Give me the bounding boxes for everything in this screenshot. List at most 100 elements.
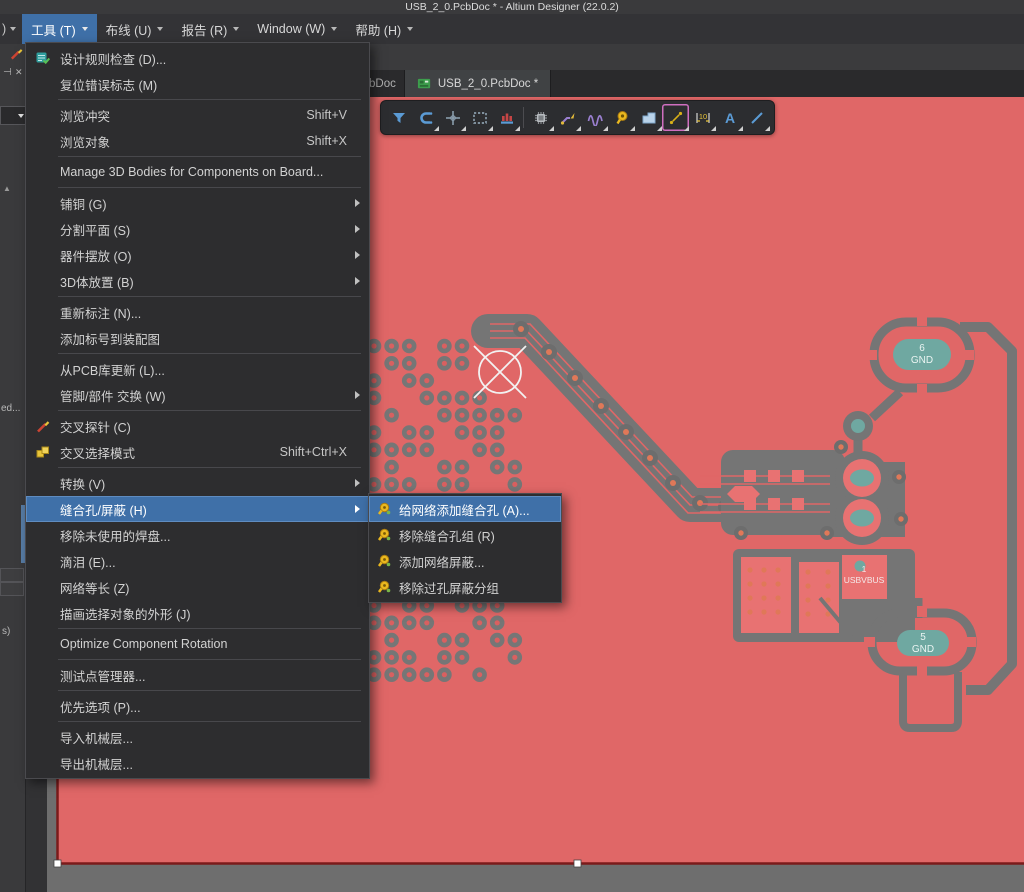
component-tool-button[interactable] <box>527 104 554 131</box>
svg-text:A: A <box>724 110 734 126</box>
menu-item[interactable]: 添加网络屏蔽... <box>369 548 561 574</box>
pad-designator: 6 <box>919 343 925 354</box>
dimension-tool-button[interactable]: 10 <box>689 104 716 131</box>
via-stitch-icon <box>369 527 399 543</box>
polygon-tool-button[interactable] <box>635 104 662 131</box>
menu-item[interactable]: 导出机械层... <box>26 750 369 776</box>
menubar-item-1[interactable]: 布线 (U) <box>97 14 173 44</box>
text-tool-button[interactable]: A <box>716 104 743 131</box>
menu-item[interactable]: 移除缝合孔组 (R) <box>369 522 561 548</box>
menu-item[interactable]: 重新标注 (N)... <box>26 299 369 325</box>
cross-probe-toolbar-icon[interactable] <box>9 46 24 61</box>
menu-item[interactable]: 设计规则检查 (D)... <box>26 45 369 71</box>
panel-collapse-icon[interactable]: ▲ <box>3 184 11 193</box>
panel-pin-icon[interactable]: ⊣ <box>3 67 12 78</box>
menu-separator <box>58 99 361 100</box>
cross-probe-icon <box>26 418 60 434</box>
menu-item[interactable]: 添加标号到装配图 <box>26 325 369 351</box>
active-toolbar: 10 A <box>380 100 775 135</box>
menu-item[interactable]: Optimize Component Rotation <box>26 631 369 657</box>
menu-item-label: 测试点管理器... <box>60 666 369 685</box>
menu-item-label: 转换 (V) <box>60 474 369 493</box>
menubar-item-partial[interactable]: ) <box>0 14 22 44</box>
menubar-item-4[interactable]: 帮助 (H) <box>346 14 422 44</box>
via-stitch-icon <box>369 553 399 569</box>
menu-item-label: 3D体放置 (B) <box>60 272 369 291</box>
menu-item-label: 滴泪 (E)... <box>60 552 369 571</box>
menu-item[interactable]: 优先选项 (P)... <box>26 693 369 719</box>
meander-tool-button[interactable] <box>581 104 608 131</box>
board-insight-tool-button[interactable] <box>493 104 520 131</box>
menu-item[interactable]: 交叉选择模式Shift+Ctrl+X <box>26 439 369 465</box>
menubar-item-0[interactable]: 工具 (T) <box>22 14 96 44</box>
menu-item[interactable]: 滴泪 (E)... <box>26 548 369 574</box>
menu-item[interactable]: Manage 3D Bodies for Components on Board… <box>26 159 369 185</box>
menu-separator <box>58 659 361 660</box>
filter-tool-button[interactable] <box>385 104 412 131</box>
board-edge-handle[interactable] <box>54 860 61 867</box>
menu-separator <box>58 467 361 468</box>
menubar-item-3[interactable]: Window (W) <box>248 14 346 44</box>
submenu-arrow-icon <box>355 277 360 285</box>
menu-separator <box>58 353 361 354</box>
menubar-items: 工具 (T)布线 (U)报告 (R)Window (W)帮助 (H) <box>22 14 422 44</box>
menu-item-label: 移除过孔屏蔽分组 <box>399 578 561 597</box>
drc-icon <box>26 50 60 66</box>
tab-usb-2-0-pcbdoc[interactable]: USB_2_0.PcbDoc * <box>404 70 551 97</box>
select-area-tool-button[interactable] <box>466 104 493 131</box>
left-panel-strip: ⊣ ✕ ▲ ed... s) <box>0 44 26 892</box>
panel-button-fragment[interactable] <box>0 568 24 582</box>
chevron-down-icon <box>331 27 337 31</box>
menu-item-label: 导出机械层... <box>60 754 369 773</box>
menu-item[interactable]: 交叉探针 (C) <box>26 413 369 439</box>
menu-item-label: 交叉选择模式 <box>60 443 280 462</box>
menu-item[interactable]: 移除过孔屏蔽分组 <box>369 574 561 600</box>
dropdown-corner-icon[interactable] <box>515 126 520 131</box>
menu-item[interactable]: 缝合孔/屏蔽 (H) <box>26 496 369 522</box>
menu-item[interactable]: 测试点管理器... <box>26 662 369 688</box>
menu-item-label: 描画选择对象的外形 (J) <box>60 604 369 623</box>
magnet-tool-button[interactable] <box>412 104 439 131</box>
menu-item-label: 添加网络屏蔽... <box>399 552 561 571</box>
line-tool-button[interactable] <box>743 104 770 131</box>
menu-item[interactable]: 网络等长 (Z) <box>26 574 369 600</box>
panel-button-fragment[interactable] <box>0 582 24 596</box>
menu-item[interactable]: 复位错误标志 (M) <box>26 71 369 97</box>
crosshair-tool-button[interactable] <box>439 104 466 131</box>
menu-item[interactable]: 导入机械层... <box>26 724 369 750</box>
menu-item-label: 从PCB库更新 (L)... <box>60 360 369 379</box>
menubar-item-2[interactable]: 报告 (R) <box>172 14 248 44</box>
menu-item[interactable]: 浏览冲突Shift+V <box>26 102 369 128</box>
menu-item-label: 网络等长 (Z) <box>60 578 369 597</box>
measure-tool-button[interactable] <box>662 104 689 131</box>
panel-text-fragment: s) <box>2 626 10 637</box>
menu-item[interactable]: 转换 (V) <box>26 470 369 496</box>
menu-item[interactable]: 从PCB库更新 (L)... <box>26 356 369 382</box>
menu-separator <box>58 156 361 157</box>
menu-item[interactable]: 器件摆放 (O) <box>26 242 369 268</box>
pad-designator: 5 <box>920 632 926 643</box>
menu-item[interactable]: 描画选择对象的外形 (J) <box>26 600 369 626</box>
menu-item[interactable]: 3D体放置 (B) <box>26 268 369 294</box>
pad-net-label: GND <box>912 644 934 655</box>
menu-item[interactable]: 移除未使用的焊盘... <box>26 522 369 548</box>
menu-item[interactable]: 分割平面 (S) <box>26 216 369 242</box>
menu-item-label: 优先选项 (P)... <box>60 697 369 716</box>
menu-item[interactable]: 浏览对象Shift+X <box>26 128 369 154</box>
menu-item-label: 缝合孔/屏蔽 (H) <box>60 500 369 519</box>
panel-close-icon[interactable]: ✕ <box>15 67 23 78</box>
crosshair-icon <box>445 110 461 126</box>
menu-item-label: 铺铜 (G) <box>60 194 369 213</box>
menu-separator <box>58 721 361 722</box>
component-footprint-lower: 1 USBVBUS <box>733 549 915 642</box>
menu-item-label: 重新标注 (N)... <box>60 303 369 322</box>
menu-item[interactable]: 铺铜 (G) <box>26 190 369 216</box>
menu-item[interactable]: 给网络添加缝合孔 (A)... <box>369 496 561 522</box>
board-edge-handle[interactable] <box>574 860 581 867</box>
dropdown-corner-icon[interactable] <box>765 126 770 131</box>
menu-item[interactable]: 管脚/部件 交换 (W) <box>26 382 369 408</box>
menu-item-label: 复位错误标志 (M) <box>60 75 369 94</box>
route-tool-button[interactable] <box>554 104 581 131</box>
panel-dropdown[interactable] <box>0 106 28 125</box>
via-tool-button[interactable] <box>608 104 635 131</box>
